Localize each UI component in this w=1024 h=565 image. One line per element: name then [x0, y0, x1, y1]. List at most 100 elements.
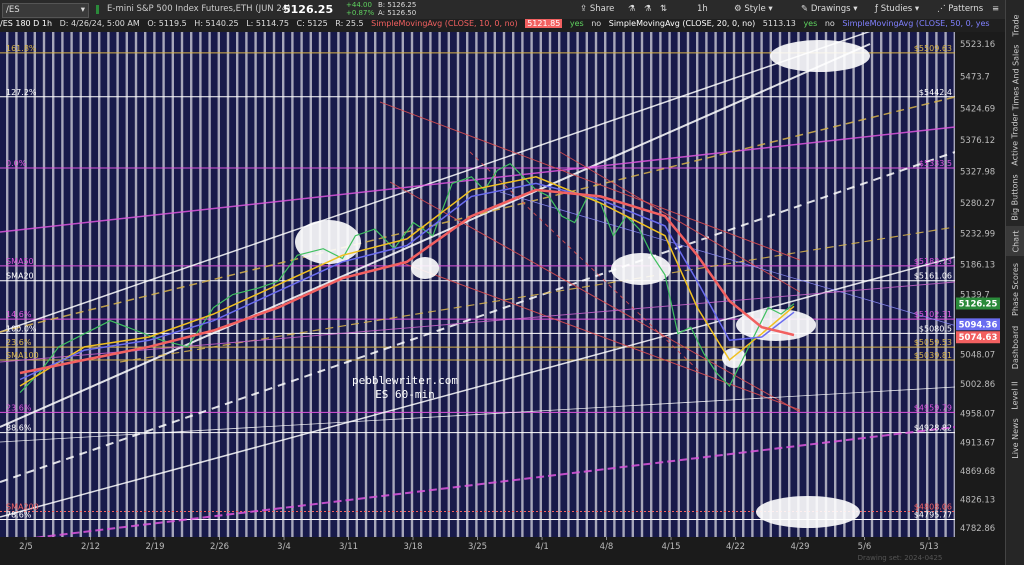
y-tick-label: 5232.99: [960, 230, 995, 240]
session-stripe: [70, 32, 73, 537]
left-level-label: 100.0%: [6, 324, 37, 333]
session-stripe: [79, 32, 82, 537]
flask-button[interactable]: ⚗: [628, 3, 636, 16]
session-stripe: [530, 32, 533, 537]
compare-icon: ⇅: [660, 4, 668, 14]
session-stripe: [98, 32, 101, 537]
x-tick-label: 4/1: [535, 542, 549, 552]
session-stripe: [788, 32, 791, 537]
session-stripe: [806, 32, 809, 537]
y-tick-label: 4958.07: [960, 409, 995, 419]
left-level-label: 23.6%: [6, 338, 32, 347]
tab-label: Chart: [1011, 230, 1021, 252]
session-stripe: [52, 32, 55, 537]
tab-trade[interactable]: Trade: [1006, 6, 1024, 44]
session-stripe: [15, 32, 18, 537]
session-stripe: [751, 32, 754, 537]
y-tick-label: 5186.13: [960, 260, 995, 270]
x-tick-label: 5/6: [858, 542, 872, 552]
price-level-label: $5059.53: [914, 338, 952, 347]
session-stripe: [33, 32, 36, 537]
session-stripe: [88, 32, 92, 537]
y-tick-label: 5376.12: [960, 136, 995, 146]
left-level-label: SMA20: [6, 272, 34, 281]
session-stripe: [236, 32, 239, 537]
y-tick-label: 5048.07: [960, 351, 995, 361]
session-stripe: [199, 32, 202, 537]
x-tick-label: 4/29: [790, 542, 809, 552]
left-level-label: SMA100: [6, 351, 39, 360]
session-stripe: [585, 32, 588, 537]
studies-button[interactable]: ƒ Studies ▾: [875, 3, 919, 16]
session-stripe: [401, 32, 404, 537]
sma20-label[interactable]: SimpleMovingAvg (CLOSE, 20, 0, no): [609, 19, 756, 28]
interval-button[interactable]: 1h: [697, 3, 708, 16]
session-stripe: [622, 32, 625, 537]
session-stripe: [677, 32, 680, 537]
tab-dashboard[interactable]: Dashboard: [1006, 322, 1024, 372]
tab-level-ii[interactable]: Level II: [1006, 376, 1024, 414]
price-level-label: $4928.82: [914, 424, 952, 433]
session-stripe: [410, 32, 414, 537]
tab-phase-scores[interactable]: Phase Scores: [1006, 260, 1024, 318]
session-stripe: [438, 32, 441, 537]
tab-label: Level II: [1011, 380, 1021, 410]
share-button[interactable]: ⇪ Share: [580, 3, 614, 16]
sma50-label[interactable]: SimpleMovingAvg (CLOSE, 50, 0, yes: [842, 19, 989, 28]
watermark-line: ES 60-min: [375, 388, 435, 401]
y-tick-label: 5327.98: [960, 168, 995, 178]
sma10-label[interactable]: SimpleMovingAvg (CLOSE, 10, 0, no): [371, 19, 518, 28]
price-chart[interactable]: 161.8% 127.2% 0.0% SMA50 SMA20 14.6% 100.0% 23.…: [0, 32, 1005, 565]
price-level-label: $5161.06: [914, 272, 952, 281]
y-tick-label: 5002.86: [960, 380, 995, 390]
x-tick-label: 2/26: [210, 542, 229, 552]
compare-button[interactable]: ⇅: [660, 3, 667, 16]
tab-chart[interactable]: Chart: [1006, 226, 1024, 256]
style-button[interactable]: ⚙ Style ▾: [734, 3, 773, 16]
chevron-down-icon: ▾: [80, 5, 85, 15]
session-stripe: [107, 32, 110, 537]
price-level-label: $5080.5: [919, 324, 952, 333]
bar-range: R: 25.5: [335, 19, 364, 28]
tab-active-trader[interactable]: Active Trader: [1006, 110, 1024, 168]
session-stripe: [24, 32, 27, 537]
session-stripe: [659, 32, 662, 537]
tab-times-and-sales[interactable]: Times And Sales: [1006, 44, 1024, 110]
session-stripe: [760, 32, 763, 537]
left-level-label: 78.6%: [6, 511, 32, 520]
menu-button[interactable]: ≡: [992, 3, 999, 16]
session-stripe: [576, 32, 579, 537]
patterns-button[interactable]: ⋰ Patterns: [937, 3, 983, 16]
bar-close: C: 5125: [296, 19, 328, 28]
session-stripe: [208, 32, 211, 537]
symbol-selector[interactable]: /ES ▾: [2, 3, 89, 18]
session-stripe: [475, 32, 478, 537]
right-sidebar: Trade Times And Sales Active Trader Big But…: [1005, 0, 1024, 565]
tab-label: Times And Sales: [1011, 44, 1020, 110]
x-tick-label: 3/18: [403, 542, 422, 552]
x-tick-label: 3/11: [339, 542, 358, 552]
session-stripe: [916, 32, 920, 537]
left-level-label: SMA50: [6, 257, 34, 266]
session-stripe: [493, 32, 496, 537]
session-stripe: [300, 32, 303, 537]
session-stripe: [613, 32, 616, 537]
session-stripe: [870, 32, 874, 537]
flask-alt-button[interactable]: ⚗: [644, 3, 652, 16]
session-stripe: [466, 32, 469, 537]
session-stripe: [364, 32, 368, 537]
sma10-value: 5121.85: [525, 19, 563, 28]
tab-live-news[interactable]: Live News: [1006, 418, 1024, 459]
x-tick-label: 4/8: [600, 542, 614, 552]
session-stripe: [447, 32, 450, 537]
tab-big-buttons[interactable]: Big Buttons: [1006, 172, 1024, 222]
pencil-icon: ✎: [801, 4, 811, 14]
drawings-button[interactable]: ✎ Drawings ▾: [801, 3, 858, 16]
session-stripe: [383, 32, 386, 537]
session-stripe: [935, 32, 938, 537]
session-stripe: [705, 32, 708, 537]
session-stripe: [116, 32, 119, 537]
x-tick-label: 5/13: [919, 542, 938, 552]
y-tick-label: 4913.67: [960, 438, 995, 448]
session-stripe: [42, 32, 46, 537]
